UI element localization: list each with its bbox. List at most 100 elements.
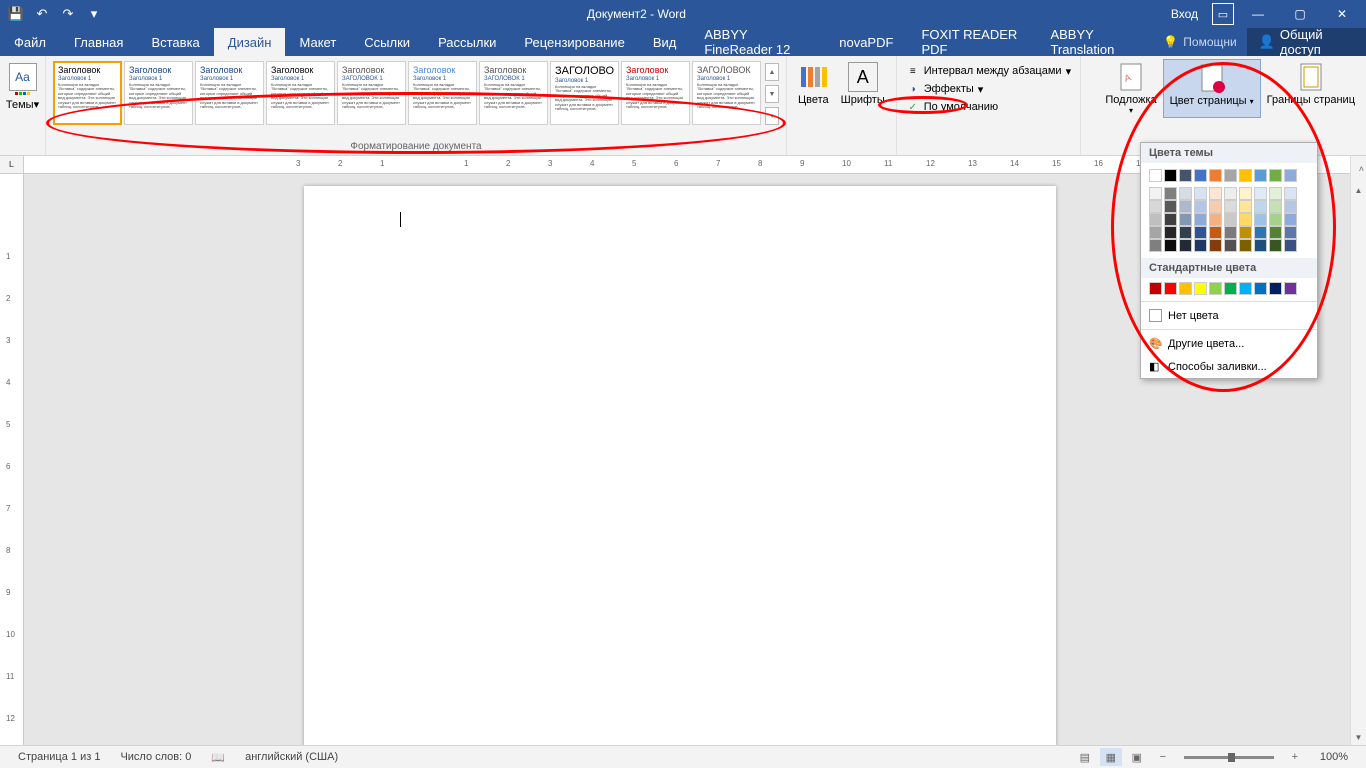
color-swatch[interactable] bbox=[1149, 200, 1162, 213]
color-swatch[interactable] bbox=[1224, 187, 1237, 200]
tab-вставка[interactable]: Вставка bbox=[137, 28, 213, 56]
gallery-up-icon[interactable]: ▲ bbox=[765, 63, 779, 81]
color-swatch[interactable] bbox=[1254, 200, 1267, 213]
tab-главная[interactable]: Главная bbox=[60, 28, 137, 56]
color-swatch[interactable] bbox=[1149, 213, 1162, 226]
colors-button[interactable]: Цвета bbox=[792, 59, 835, 109]
color-swatch[interactable] bbox=[1239, 187, 1252, 200]
style-gallery[interactable]: ЗаголовокЗаголовок 1Коллекция на вкладке… bbox=[51, 59, 781, 129]
color-swatch[interactable] bbox=[1209, 200, 1222, 213]
color-swatch[interactable] bbox=[1179, 200, 1192, 213]
color-swatch[interactable] bbox=[1194, 169, 1207, 182]
ribbon-options-icon[interactable]: ▭ bbox=[1212, 3, 1234, 25]
color-swatch[interactable] bbox=[1164, 282, 1177, 295]
color-swatch[interactable] bbox=[1164, 200, 1177, 213]
fonts-button[interactable]: A Шрифты bbox=[835, 59, 891, 109]
color-swatch[interactable] bbox=[1254, 282, 1267, 295]
style-card-9[interactable]: ЗАГОЛОВОКЗаголовок 1Коллекция на вкладке… bbox=[692, 61, 761, 125]
color-swatch[interactable] bbox=[1164, 239, 1177, 252]
color-swatch[interactable] bbox=[1194, 213, 1207, 226]
view-print-icon[interactable]: ▦ bbox=[1100, 748, 1122, 766]
color-swatch[interactable] bbox=[1149, 226, 1162, 239]
color-swatch[interactable] bbox=[1209, 169, 1222, 182]
color-swatch[interactable] bbox=[1164, 169, 1177, 182]
color-swatch[interactable] bbox=[1284, 282, 1297, 295]
color-swatch[interactable] bbox=[1254, 226, 1267, 239]
color-swatch[interactable] bbox=[1164, 213, 1177, 226]
set-default-button[interactable]: ✓ По умолчанию bbox=[902, 99, 1075, 115]
effects-button[interactable]: ◑ Эффекты ▾ bbox=[902, 81, 1075, 97]
collapse-ribbon-icon[interactable]: ˄ bbox=[1359, 164, 1364, 174]
color-swatch[interactable] bbox=[1254, 187, 1267, 200]
color-swatch[interactable] bbox=[1224, 239, 1237, 252]
zoom-in-button[interactable]: + bbox=[1284, 748, 1306, 766]
zoom-slider[interactable] bbox=[1184, 756, 1274, 759]
fill-effects-item[interactable]: ◧ Способы заливки... bbox=[1141, 355, 1317, 378]
more-colors-item[interactable]: 🎨 Другие цвета... bbox=[1141, 332, 1317, 355]
color-swatch[interactable] bbox=[1239, 239, 1252, 252]
color-swatch[interactable] bbox=[1284, 187, 1297, 200]
color-swatch[interactable] bbox=[1224, 226, 1237, 239]
color-swatch[interactable] bbox=[1164, 226, 1177, 239]
color-swatch[interactable] bbox=[1194, 226, 1207, 239]
color-swatch[interactable] bbox=[1224, 200, 1237, 213]
color-swatch[interactable] bbox=[1224, 282, 1237, 295]
color-swatch[interactable] bbox=[1284, 226, 1297, 239]
redo-icon[interactable]: ↷ bbox=[60, 6, 76, 22]
color-swatch[interactable] bbox=[1269, 187, 1282, 200]
minimize-button[interactable]: — bbox=[1240, 0, 1276, 28]
maximize-button[interactable]: ▢ bbox=[1282, 0, 1318, 28]
status-language[interactable]: английский (США) bbox=[235, 751, 348, 763]
color-swatch[interactable] bbox=[1179, 226, 1192, 239]
status-proofing-icon[interactable]: 📖 bbox=[201, 751, 235, 764]
color-swatch[interactable] bbox=[1194, 187, 1207, 200]
tab-рассылки[interactable]: Рассылки bbox=[424, 28, 510, 56]
color-swatch[interactable] bbox=[1254, 169, 1267, 182]
color-swatch[interactable] bbox=[1284, 213, 1297, 226]
no-color-item[interactable]: Нет цвета bbox=[1141, 304, 1317, 327]
tab-файл[interactable]: Файл bbox=[0, 28, 60, 56]
page-color-button[interactable]: Цвет страницы ▾ bbox=[1163, 59, 1261, 118]
status-word-count[interactable]: Число слов: 0 bbox=[110, 751, 201, 763]
color-swatch[interactable] bbox=[1179, 213, 1192, 226]
paragraph-spacing-button[interactable]: ≡ Интервал между абзацами ▾ bbox=[902, 63, 1075, 79]
close-button[interactable]: ✕ bbox=[1324, 0, 1360, 28]
color-swatch[interactable] bbox=[1224, 213, 1237, 226]
themes-button[interactable]: Aa Темы▾ bbox=[5, 59, 40, 115]
style-card-2[interactable]: ЗаголовокЗаголовок 1Коллекция на вкладке… bbox=[195, 61, 264, 125]
tab-рецензирование[interactable]: Рецензирование bbox=[510, 28, 638, 56]
color-swatch[interactable] bbox=[1239, 282, 1252, 295]
scroll-down-icon[interactable]: ▼ bbox=[1351, 729, 1366, 745]
color-swatch[interactable] bbox=[1209, 282, 1222, 295]
color-swatch[interactable] bbox=[1179, 239, 1192, 252]
color-swatch[interactable] bbox=[1269, 282, 1282, 295]
color-swatch[interactable] bbox=[1194, 200, 1207, 213]
page[interactable] bbox=[304, 186, 1056, 745]
color-swatch[interactable] bbox=[1284, 239, 1297, 252]
color-swatch[interactable] bbox=[1209, 213, 1222, 226]
color-swatch[interactable] bbox=[1194, 282, 1207, 295]
color-swatch[interactable] bbox=[1239, 200, 1252, 213]
style-card-1[interactable]: ЗаголовокЗаголовок 1Коллекция на вкладке… bbox=[124, 61, 193, 125]
gallery-more-icon[interactable]: ▾ bbox=[765, 107, 779, 125]
style-card-3[interactable]: ЗаголовокЗаголовок 1Коллекция на вкладке… bbox=[266, 61, 335, 125]
color-swatch[interactable] bbox=[1209, 187, 1222, 200]
tab-abbyy-translation[interactable]: ABBYY Translation bbox=[1036, 28, 1153, 56]
color-swatch[interactable] bbox=[1209, 239, 1222, 252]
page-borders-button[interactable]: Границы страниц bbox=[1261, 59, 1361, 118]
login-link[interactable]: Вход bbox=[1163, 7, 1206, 21]
status-page[interactable]: Страница 1 из 1 bbox=[8, 751, 110, 763]
color-swatch[interactable] bbox=[1254, 239, 1267, 252]
style-card-5[interactable]: ЗаголовокЗаголовок 1Коллекция на вкладке… bbox=[408, 61, 477, 125]
color-swatch[interactable] bbox=[1224, 169, 1237, 182]
tab-abbyy-finereader-12[interactable]: ABBYY FineReader 12 bbox=[690, 28, 825, 56]
tell-me[interactable]: 💡 Помощни bbox=[1153, 35, 1246, 49]
color-swatch[interactable] bbox=[1269, 226, 1282, 239]
color-swatch[interactable] bbox=[1284, 200, 1297, 213]
color-swatch[interactable] bbox=[1239, 213, 1252, 226]
color-swatch[interactable] bbox=[1269, 213, 1282, 226]
view-web-icon[interactable]: ▣ bbox=[1126, 748, 1148, 766]
tab-foxit-reader-pdf[interactable]: FOXIT READER PDF bbox=[907, 28, 1036, 56]
color-swatch[interactable] bbox=[1149, 169, 1162, 182]
color-swatch[interactable] bbox=[1269, 169, 1282, 182]
